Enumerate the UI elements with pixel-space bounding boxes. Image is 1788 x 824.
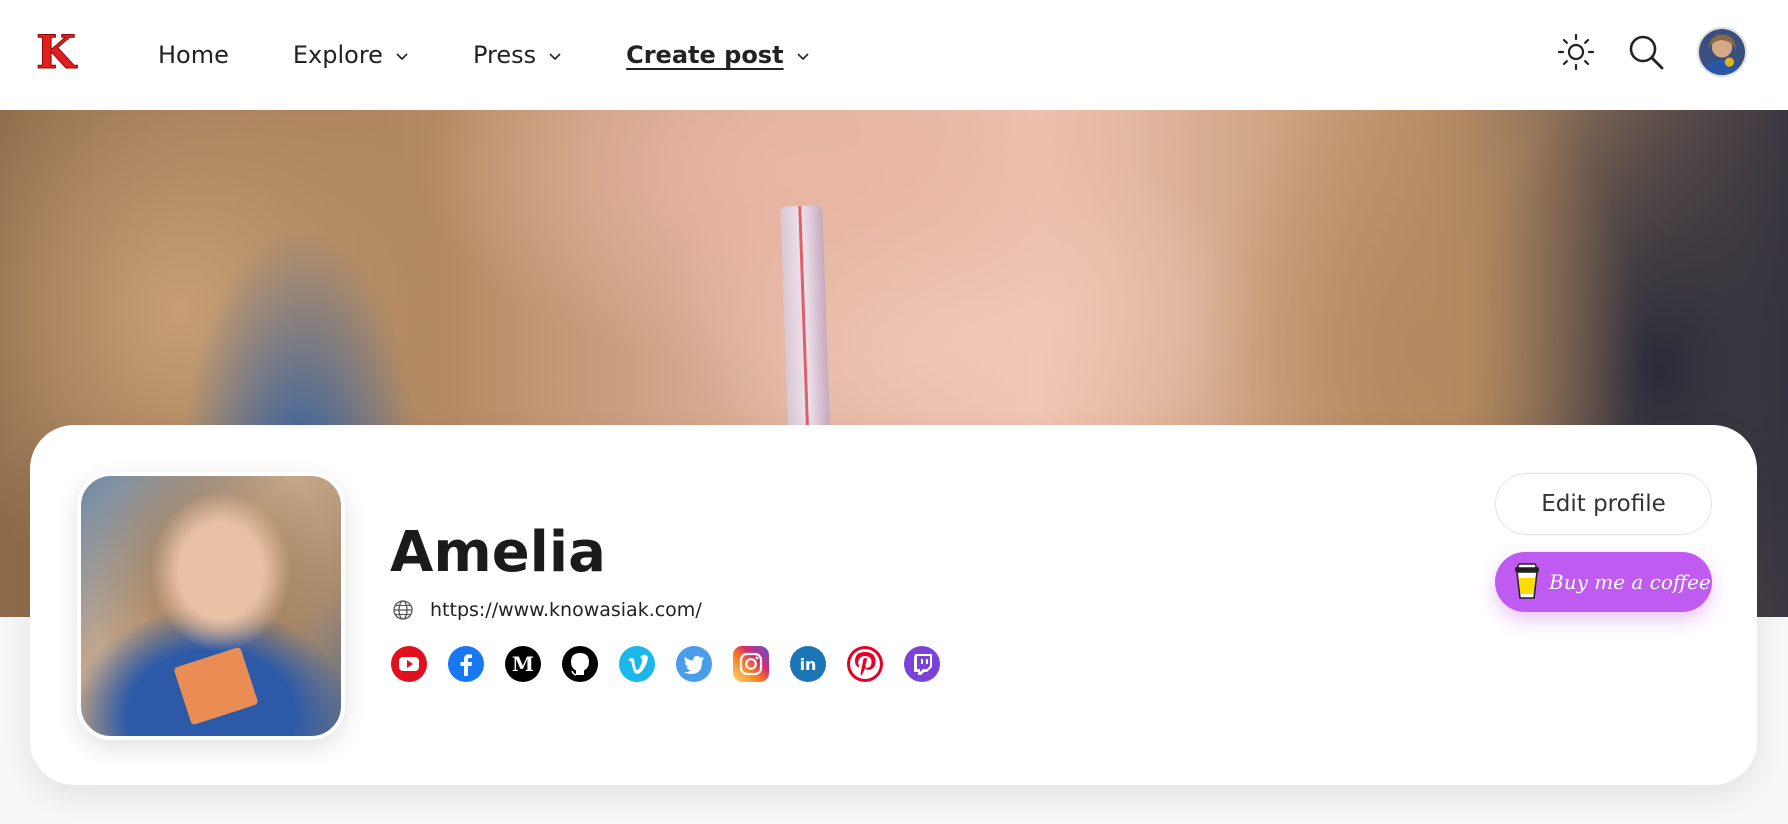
- nav-press[interactable]: Press: [473, 41, 562, 69]
- facebook-icon[interactable]: [447, 645, 485, 683]
- top-navbar: K Home Explore Press Create post: [0, 0, 1788, 110]
- twitch-icon[interactable]: [903, 645, 941, 683]
- coffee-cup-icon: [1515, 563, 1539, 599]
- svg-text:K: K: [36, 30, 78, 74]
- nav-home-label: Home: [158, 41, 229, 69]
- edit-profile-button[interactable]: Edit profile: [1495, 473, 1712, 535]
- nav-create-post[interactable]: Create post: [626, 41, 809, 69]
- nav-home[interactable]: Home: [158, 41, 229, 69]
- nav-explore[interactable]: Explore: [293, 41, 409, 69]
- medium-icon[interactable]: M: [504, 645, 542, 683]
- globe-icon: [393, 600, 413, 620]
- profile-photo: [77, 472, 345, 740]
- nav-create-post-label: Create post: [626, 41, 784, 69]
- website-link[interactable]: https://www.knowasiak.com/: [430, 599, 702, 621]
- pinterest-icon[interactable]: [846, 645, 884, 683]
- sun-icon[interactable]: [1556, 32, 1596, 72]
- chevron-down-icon: [396, 53, 408, 61]
- profile-name: Amelia: [390, 520, 606, 585]
- coffee-button-label: Buy me a coffee: [1549, 570, 1711, 594]
- website-row: https://www.knowasiak.com/: [392, 599, 702, 621]
- social-links: M in: [390, 645, 960, 683]
- main-nav: Home Explore Press Create post: [158, 0, 874, 110]
- nav-explore-label: Explore: [292, 41, 383, 69]
- svg-text:M: M: [512, 652, 534, 676]
- vimeo-icon[interactable]: [618, 645, 656, 683]
- photo-waffle: [173, 646, 259, 726]
- buy-me-a-coffee-button[interactable]: Buy me a coffee: [1495, 552, 1712, 612]
- instagram-icon[interactable]: [732, 645, 770, 683]
- k-logo-icon[interactable]: K: [36, 25, 90, 80]
- search-icon[interactable]: [1626, 32, 1666, 72]
- github-icon[interactable]: [561, 645, 599, 683]
- chevron-down-icon: [796, 53, 809, 61]
- svg-text:in: in: [800, 655, 817, 674]
- nav-press-label: Press: [472, 41, 537, 69]
- youtube-icon[interactable]: [390, 645, 428, 683]
- linkedin-icon[interactable]: in: [789, 645, 827, 683]
- user-avatar[interactable]: [1697, 27, 1747, 77]
- profile-card: Amelia https://www.knowasiak.com/ M in E…: [30, 425, 1757, 785]
- chevron-down-icon: [549, 53, 561, 61]
- twitter-icon[interactable]: [675, 645, 713, 683]
